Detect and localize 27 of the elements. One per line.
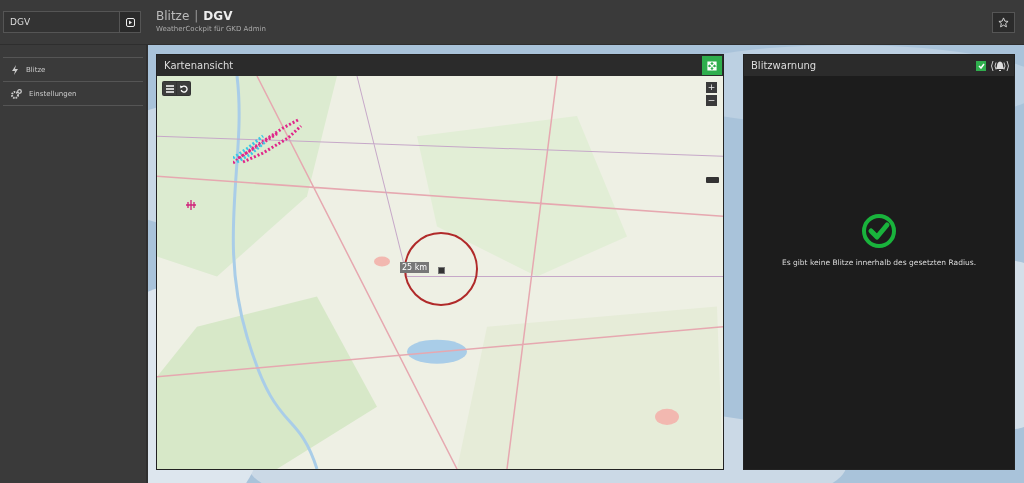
zoom-in-button[interactable]: + [706, 82, 717, 93]
reset-button[interactable] [177, 82, 190, 95]
account-name: DGV [203, 9, 233, 23]
expand-icon [707, 60, 717, 71]
alarm-checkbox[interactable] [976, 60, 986, 71]
menu-icon [165, 84, 174, 93]
check-circle-icon [861, 212, 897, 249]
go-button[interactable] [119, 11, 141, 33]
page-title: Blitze [156, 9, 190, 23]
slider-handle[interactable] [706, 177, 719, 183]
gears-icon [11, 88, 22, 99]
title-separator: | [194, 9, 199, 23]
panel-title: Kartenansicht [164, 60, 234, 71]
bolt-icon [11, 64, 19, 75]
radius-label: 25 km [400, 262, 430, 273]
lightning-mark-icon [185, 199, 197, 211]
layers-button[interactable] [163, 82, 176, 95]
panel-title: Blitzwarnung [751, 60, 817, 71]
favorite-button[interactable] [992, 11, 1015, 33]
bell-icon [989, 59, 1011, 72]
rotate-icon [179, 84, 188, 93]
enter-icon [125, 17, 135, 27]
location-marker [438, 267, 445, 274]
search-field[interactable]: DGV [3, 11, 119, 33]
fullscreen-button[interactable] [702, 56, 722, 75]
zoom-out-button[interactable]: − [706, 95, 717, 106]
star-icon [998, 16, 1009, 28]
